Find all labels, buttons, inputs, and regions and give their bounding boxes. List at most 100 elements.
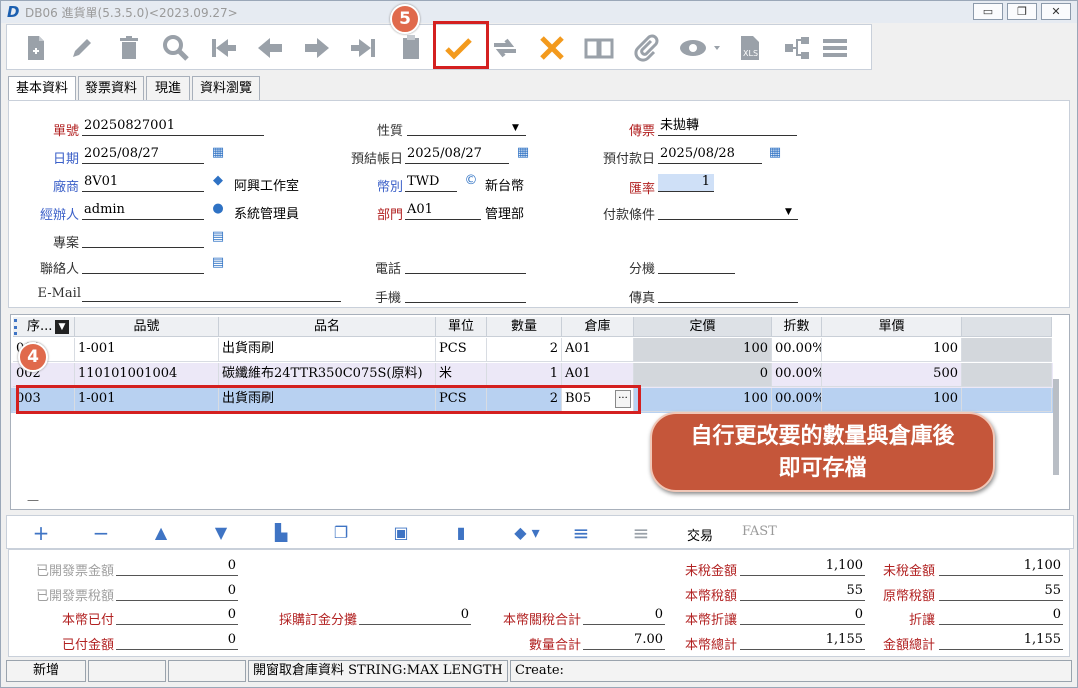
cell-qty[interactable]: 2 (487, 338, 562, 362)
contact-clipboard-icon[interactable]: ▤ (209, 254, 227, 272)
window-title: DB06 進貨單(5.3.5.0)<2023.09.27> (25, 6, 238, 20)
delete-trash-icon[interactable] (111, 30, 147, 66)
minimize-button[interactable]: ▭ (973, 3, 1003, 20)
grid-vertical-scrollbar[interactable] (1053, 379, 1059, 475)
col-header-extra (962, 317, 1052, 337)
local-discount-label: 本幣折讓 (684, 613, 737, 628)
copy-row-icon[interactable]: ❐ (327, 520, 355, 546)
col-header-unit-price[interactable]: 單價 (822, 317, 962, 337)
cancel-x-icon[interactable] (534, 30, 570, 66)
clipboard-icon[interactable] (393, 30, 429, 66)
table-row[interactable]: 001 1-001 出貨雨刷 PCS 2 A01 100 00.00% 100 (11, 338, 1053, 363)
new-document-icon[interactable] (17, 30, 53, 66)
stack-boxes-icon[interactable]: ▙ (267, 520, 295, 546)
pay-terms-dropdown-arrow-icon[interactable]: ▼ (785, 207, 792, 217)
tab-cash-purchase[interactable]: 現進 (146, 76, 190, 100)
settle-date-calendar-icon[interactable]: ▦ (514, 144, 532, 162)
first-record-icon[interactable] (205, 30, 241, 66)
cell-name[interactable]: 碳纖維布24TTR350C075S(原料) (219, 363, 436, 387)
cell-unit-price[interactable]: 500 (822, 363, 962, 387)
fax-label: 傳真 (628, 291, 655, 306)
mobile-label: 手機 (374, 291, 401, 306)
next-record-icon[interactable] (299, 30, 335, 66)
handler-user-icon[interactable]: ● (209, 200, 227, 218)
prepay-date-calendar-icon[interactable]: ▦ (766, 144, 784, 162)
pay-terms-select[interactable] (658, 202, 798, 220)
edit-pencil-icon[interactable] (64, 30, 100, 66)
date-calendar-icon[interactable]: ▦ (209, 144, 227, 162)
menu-hamburger-icon[interactable] (817, 30, 853, 66)
vendor-tag-icon[interactable]: ◆ (209, 172, 227, 190)
cell-qty[interactable]: 1 (487, 363, 562, 387)
col-header-name[interactable]: 品名 (219, 317, 436, 337)
phone-field[interactable] (405, 256, 526, 274)
search-icon[interactable] (158, 30, 194, 66)
attachment-paperclip-icon[interactable] (628, 30, 664, 66)
restore-button[interactable]: ❐ (1007, 3, 1037, 20)
col-header-discount[interactable]: 折數 (772, 317, 822, 337)
move-up-icon[interactable]: ▲ (147, 520, 175, 546)
col-header-unit[interactable]: 單位 (436, 317, 487, 337)
vendor-field[interactable]: 8V01 (82, 174, 204, 192)
mobile-field[interactable] (405, 285, 526, 303)
tag-dropdown-icon[interactable]: ◆ ▾ (503, 520, 551, 546)
doc-no-field[interactable]: 20250827001 (82, 118, 264, 136)
fax-field[interactable] (658, 285, 798, 303)
previous-record-icon[interactable] (252, 30, 288, 66)
open-book-icon[interactable] (581, 30, 617, 66)
project-field[interactable] (82, 230, 204, 248)
ext-field[interactable] (658, 256, 735, 274)
cell-discount[interactable]: 00.00% (772, 363, 822, 387)
sort-arrow-icon[interactable]: ▼ (55, 320, 69, 334)
refresh-icon[interactable] (487, 30, 523, 66)
cell-name[interactable]: 出貨雨刷 (219, 338, 436, 362)
last-record-icon[interactable] (346, 30, 382, 66)
trade-label[interactable]: 交易 (687, 525, 713, 544)
tab-basic-info[interactable]: 基本資料 (8, 76, 76, 101)
tab-data-browse[interactable]: 資料瀏覽 (192, 76, 260, 100)
tab-invoice-info[interactable]: 發票資料 (78, 76, 144, 100)
instruction-callout: 自行更改要的數量與倉庫後 即可存檔 (650, 412, 995, 492)
grid-footer-grip[interactable]: — (27, 493, 39, 507)
save-disk-icon[interactable]: ▣ (387, 520, 415, 546)
currency-field[interactable]: TWD (405, 174, 457, 192)
currency-coin-icon[interactable]: © (462, 172, 480, 190)
add-row-plus-icon[interactable]: + (27, 520, 55, 546)
cell-warehouse[interactable]: A01 (562, 363, 634, 387)
export-xls-icon[interactable]: XLS (732, 30, 768, 66)
workflow-tree-icon[interactable] (779, 30, 815, 66)
col-header-warehouse[interactable]: 倉庫 (562, 317, 634, 337)
list-menu-icon[interactable]: ≡ (567, 520, 595, 546)
cell-discount[interactable]: 00.00% (772, 338, 822, 362)
email-field[interactable] (82, 284, 341, 302)
paid-amount-label: 已付金額 (61, 638, 114, 653)
prepay-date-field[interactable]: 2025/08/28 (658, 146, 762, 164)
cell-unit[interactable]: PCS (436, 338, 487, 362)
date-field[interactable]: 2025/08/27 (82, 146, 204, 164)
project-clipboard-icon[interactable]: ▤ (209, 228, 227, 246)
cell-unit[interactable]: 米 (436, 363, 487, 387)
col-header-price[interactable]: 定價 (634, 317, 772, 337)
contact-field[interactable] (82, 256, 204, 274)
cell-unit-price[interactable]: 100 (822, 388, 962, 412)
view-eye-icon[interactable] (675, 30, 725, 66)
handler-field[interactable]: admin (82, 202, 204, 220)
nature-dropdown-arrow-icon[interactable]: ▼ (512, 123, 519, 133)
cell-unit-price[interactable]: 100 (822, 338, 962, 362)
col-header-item[interactable]: 品號 (75, 317, 219, 337)
cell-discount[interactable]: 00.00% (772, 388, 822, 412)
dept-field[interactable]: A01 (405, 202, 481, 220)
move-down-icon[interactable]: ▼ (207, 520, 235, 546)
close-button[interactable]: ✕ (1041, 3, 1071, 20)
col-header-qty[interactable]: 數量 (487, 317, 562, 337)
delete-row-minus-icon[interactable]: − (87, 520, 115, 546)
cell-item[interactable]: 110101001004 (75, 363, 219, 387)
nature-select[interactable] (407, 118, 526, 136)
fast-label[interactable]: FAST (742, 524, 777, 539)
rate-field[interactable]: 1 (658, 174, 714, 192)
cell-item[interactable]: 1-001 (75, 338, 219, 362)
drag-handle-icon[interactable] (14, 319, 18, 335)
document-icon[interactable]: ▮ (447, 520, 475, 546)
cell-warehouse[interactable]: A01 (562, 338, 634, 362)
settle-date-field[interactable]: 2025/08/27 (405, 146, 509, 164)
